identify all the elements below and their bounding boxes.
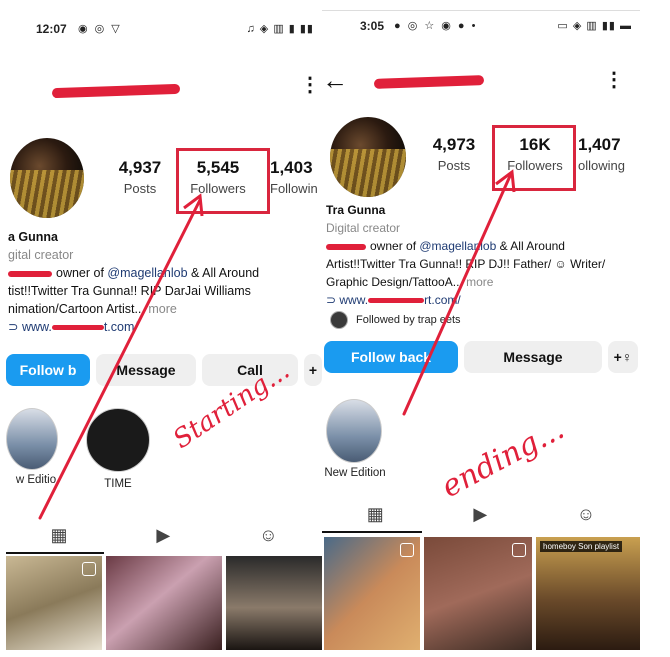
tagged-tab-icon[interactable]: ☺ — [259, 525, 277, 546]
grid-tab-icon[interactable]: ▦ — [50, 525, 67, 546]
bio-line-2: tist!!Twitter Tra Gunna!! RIP DarJai Wil… — [8, 284, 251, 298]
followed-by-avatar — [330, 311, 348, 329]
reels-tab-icon[interactable]: ▶ — [156, 525, 170, 546]
posts-count: 4,937 — [118, 158, 162, 177]
playlist-tag: homeboy Son playlist — [540, 541, 623, 552]
notification-icons: ◉ ◎ ▽ — [78, 23, 122, 35]
posts-label: Posts — [437, 158, 471, 173]
username-redaction — [373, 75, 485, 89]
left-screenshot: 12:07 ◉ ◎ ▽ ♫ ◈ ▥ ▮ ▮▮ ⋮ 4,937 Posts 5,5… — [6, 10, 322, 650]
bio-mention-link[interactable]: @magellanlob — [419, 239, 496, 253]
right-screenshot: 3:05 ● ◎ ☆ ◉ ● • ▭ ◈ ▥ ▮▮ ▬ ← ⋮ 4,973 Po… — [322, 10, 640, 650]
username-redaction — [51, 83, 181, 99]
posts-label: Posts — [123, 181, 157, 196]
profile-header: ⋮ — [6, 64, 322, 104]
highlight-time[interactable] — [86, 408, 150, 472]
followed-by-text[interactable]: Followed by trap eets — [356, 314, 461, 326]
bio-line-1: owner of @magellanlob & All Around — [326, 237, 638, 255]
following-stat[interactable]: 1,403 Followin — [270, 158, 322, 196]
profile-avatar[interactable] — [330, 117, 406, 197]
profile-bio: a Gunna gital creator owner of @magellan… — [8, 228, 322, 336]
bio-line-2: Artist!!Twitter Tra Gunna!! RIP DJ!! Fat… — [326, 257, 606, 271]
post-thumbnail[interactable] — [324, 537, 420, 650]
following-stat[interactable]: 1,407 ollowing — [578, 135, 640, 173]
highlight-new-edition[interactable] — [326, 399, 382, 463]
bio-line-3: Graphic Design/TattooA... more — [326, 275, 494, 289]
bio-more-link[interactable]: more — [148, 302, 176, 316]
post-thumbnail[interactable] — [106, 556, 222, 650]
followers-highlight-box — [492, 125, 576, 191]
back-arrow-icon[interactable]: ← — [322, 65, 348, 96]
bio-more-link[interactable]: more — [466, 275, 493, 289]
status-bar: 12:07 ◉ ◎ ▽ ♫ ◈ ▥ ▮ ▮▮ — [6, 10, 322, 44]
bio-line-1: owner of @magellanlob & All Around — [8, 264, 322, 282]
more-options-icon[interactable]: ⋮ — [300, 72, 320, 97]
tagged-tab-icon[interactable]: ☺ — [577, 504, 595, 525]
reel-icon — [400, 543, 414, 557]
link-icon: ⊃ — [8, 320, 22, 334]
profile-tabs: ▦ ▶ ☺ — [322, 497, 640, 531]
profile-tabs: ▦ ▶ ☺ — [6, 518, 322, 552]
bio-mention-link[interactable]: @magellanlob — [107, 266, 187, 280]
posts-stat[interactable]: 4,937 Posts — [110, 158, 170, 196]
profile-bio: Tra Gunna Digital creator owner of @mage… — [326, 201, 638, 309]
active-tab-indicator — [322, 531, 422, 533]
posts-stat[interactable]: 4,973 Posts — [424, 135, 484, 173]
grid-tab-icon[interactable]: ▦ — [367, 504, 384, 525]
notification-icons: ● ◎ ☆ ◉ ● • — [394, 20, 478, 32]
bio-line-3: nimation/Cartoon Artist... more — [8, 302, 177, 316]
post-thumbnail[interactable] — [424, 537, 532, 650]
following-count: 1,407 — [578, 135, 621, 154]
status-bar: 3:05 ● ◎ ☆ ◉ ● • ▭ ◈ ▥ ▮▮ ▬ — [322, 11, 640, 45]
highlight-label: TIME — [104, 478, 132, 490]
more-options-icon[interactable]: ⋮ — [604, 67, 624, 92]
profile-name: Tra Gunna — [326, 203, 386, 217]
profile-avatar[interactable] — [10, 138, 84, 218]
highlight-label: New Edition — [324, 467, 386, 479]
message-button[interactable]: Message — [464, 341, 602, 373]
link-icon: ⊃ — [326, 293, 340, 307]
highlight-label: w Editio — [15, 474, 57, 486]
profile-name: a Gunna — [8, 230, 59, 244]
following-label: Followin — [270, 181, 318, 196]
post-thumbnail[interactable] — [226, 556, 322, 650]
system-icons: ♫ ◈ ▥ ▮ ▮▮ — [246, 23, 314, 35]
followers-highlight-box — [176, 148, 270, 214]
posts-count: 4,973 — [432, 135, 476, 154]
reels-tab-icon[interactable]: ▶ — [473, 504, 487, 525]
profile-category: Digital creator — [326, 221, 401, 235]
website-link[interactable]: ⊃ www. t.com/ — [8, 318, 322, 336]
highlight-new-edition[interactable] — [6, 408, 58, 470]
profile-category: gital creator — [8, 248, 74, 262]
system-icons: ▭ ◈ ▥ ▮▮ ▬ — [557, 20, 632, 32]
follow-back-button[interactable]: Follow back — [324, 341, 458, 373]
following-count: 1,403 — [270, 158, 313, 177]
active-tab-indicator — [6, 552, 104, 554]
message-button[interactable]: Message — [96, 354, 196, 386]
status-time: 3:05 — [360, 19, 385, 33]
add-person-button[interactable]: + — [304, 354, 322, 386]
status-time: 12:07 — [36, 22, 67, 36]
add-person-button[interactable]: +♀ — [608, 341, 638, 373]
follow-back-button[interactable]: Follow b — [6, 354, 90, 386]
website-link[interactable]: ⊃ www. rt.com/ — [326, 291, 638, 309]
post-thumbnail[interactable] — [6, 556, 102, 650]
profile-header: ← ⋮ — [322, 63, 640, 103]
post-thumbnail[interactable]: homeboy Son playlist — [536, 537, 640, 650]
following-label: ollowing — [578, 158, 625, 173]
reel-icon — [512, 543, 526, 557]
reel-icon — [82, 562, 96, 576]
